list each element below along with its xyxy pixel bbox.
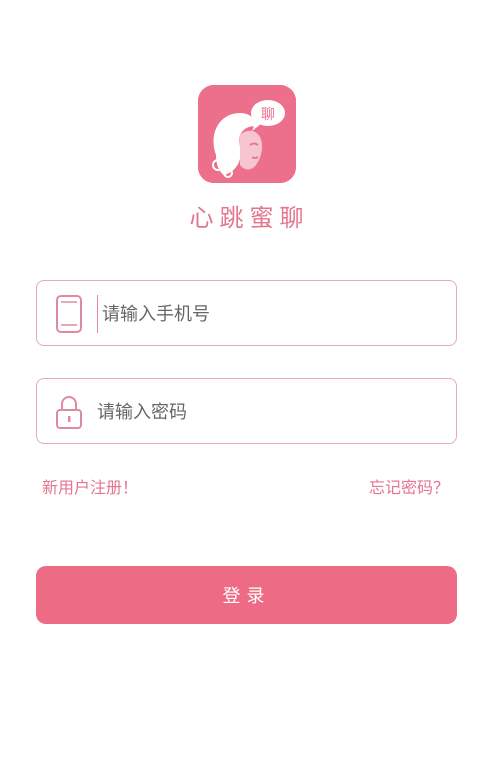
- password-input[interactable]: [97, 393, 437, 431]
- girl-chat-icon: 聊: [198, 85, 296, 183]
- forgot-password-link[interactable]: 忘记密码？: [369, 474, 449, 498]
- login-screen: 聊 心跳蜜聊 新用户注册！ 忘记密码？ 登录: [0, 0, 499, 768]
- app-logo: 聊: [198, 85, 296, 183]
- login-button[interactable]: 登录: [36, 566, 457, 624]
- phone-icon: [56, 295, 82, 333]
- phone-input[interactable]: [97, 295, 442, 333]
- app-name: 心跳蜜聊: [189, 204, 310, 232]
- password-field[interactable]: [36, 378, 457, 444]
- register-link[interactable]: 新用户注册！: [42, 474, 138, 498]
- lock-icon: [56, 396, 82, 429]
- phone-field[interactable]: [36, 280, 457, 346]
- logo-badge-text: 聊: [261, 107, 275, 123]
